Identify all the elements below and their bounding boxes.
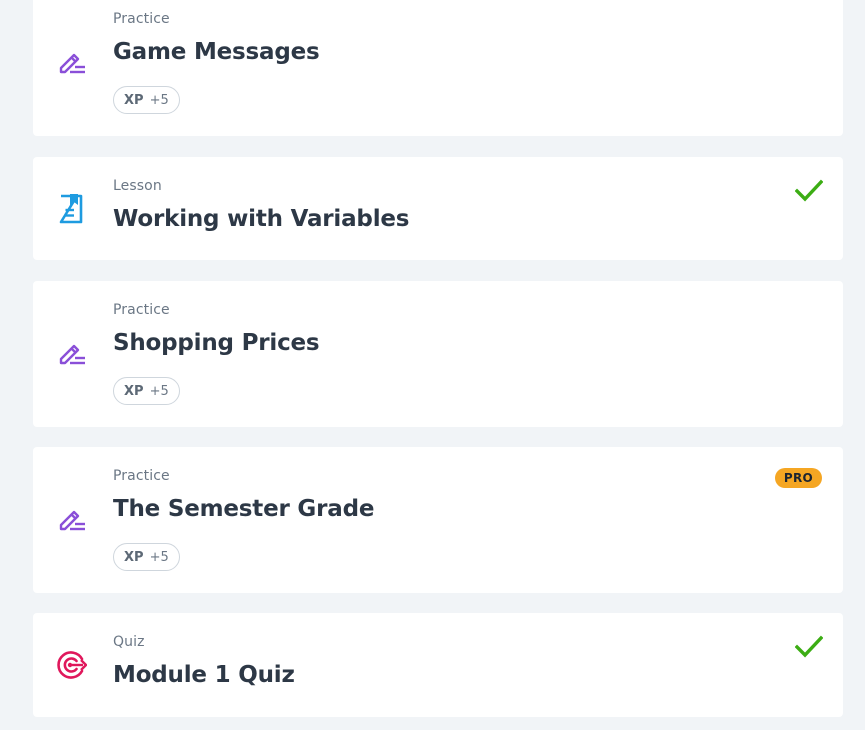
xp-label: XP xyxy=(124,549,144,565)
item-title[interactable]: Module 1 Quiz xyxy=(113,662,295,688)
item-type-label: Quiz xyxy=(113,634,145,650)
xp-badge: XP +5 xyxy=(113,543,180,571)
pencil-icon xyxy=(55,46,87,78)
pro-badge: PRO xyxy=(774,468,822,488)
list-item-game-messages[interactable]: Practice Game Messages XP +5 xyxy=(33,0,843,136)
item-type-label: Lesson xyxy=(113,178,162,194)
xp-value: +5 xyxy=(149,383,169,399)
item-title[interactable]: Game Messages xyxy=(113,39,320,65)
item-title[interactable]: The Semester Grade xyxy=(113,496,374,522)
list-item-working-with-variables[interactable]: Lesson Working with Variables xyxy=(33,157,843,260)
checkmark-icon xyxy=(794,635,824,659)
xp-label: XP xyxy=(124,92,144,108)
target-icon xyxy=(55,649,87,681)
list-item-shopping-prices[interactable]: Practice Shopping Prices XP +5 xyxy=(33,281,843,427)
lesson-document-icon xyxy=(55,193,87,225)
module-item-list: Practice Game Messages XP +5 Lesson Work… xyxy=(0,0,865,730)
xp-label: XP xyxy=(124,383,144,399)
xp-value: +5 xyxy=(149,92,169,108)
pencil-icon xyxy=(55,337,87,369)
item-type-label: Practice xyxy=(113,302,170,318)
xp-badge: XP +5 xyxy=(113,377,180,405)
xp-badge: XP +5 xyxy=(113,86,180,114)
checkmark-icon xyxy=(794,179,824,203)
item-type-label: Practice xyxy=(113,468,170,484)
pencil-icon xyxy=(55,503,87,535)
item-type-label: Practice xyxy=(113,11,170,27)
list-item-module-1-quiz[interactable]: Quiz Module 1 Quiz xyxy=(33,613,843,717)
list-item-the-semester-grade[interactable]: Practice The Semester Grade XP +5 PRO xyxy=(33,447,843,593)
item-title[interactable]: Working with Variables xyxy=(113,206,409,232)
xp-value: +5 xyxy=(149,549,169,565)
item-title[interactable]: Shopping Prices xyxy=(113,330,320,356)
